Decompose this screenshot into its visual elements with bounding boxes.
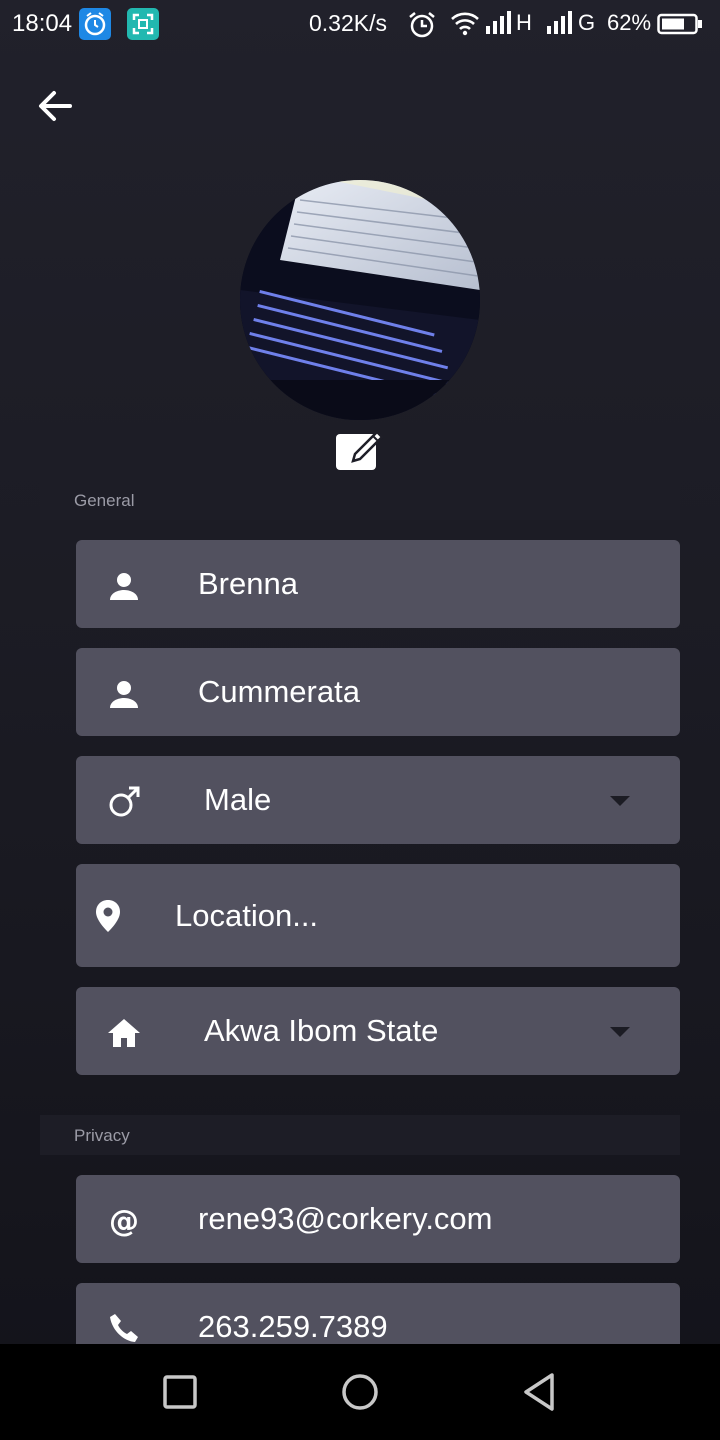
signal-icon (484, 10, 514, 41)
person-icon (110, 681, 138, 708)
back-nav-button[interactable] (516, 1368, 564, 1416)
gender-select[interactable]: Male (76, 756, 680, 844)
first-name-field[interactable]: Brenna (76, 540, 680, 628)
system-nav-bar (0, 1344, 720, 1440)
section-title-general: General (74, 491, 135, 510)
state-select[interactable]: Akwa Ibom State (76, 987, 680, 1075)
alarm-icon (407, 10, 437, 45)
location-pin-icon (96, 900, 120, 932)
network-type-1: H (516, 10, 532, 35)
phone-icon (110, 1314, 138, 1342)
svg-text:@: @ (109, 1204, 139, 1239)
section-header-privacy: Privacy (40, 1115, 680, 1155)
location-placeholder: Location... (175, 898, 319, 933)
male-icon (109, 786, 140, 817)
recents-button[interactable] (156, 1368, 204, 1416)
person-icon (110, 573, 138, 600)
square-icon (163, 1375, 197, 1409)
last-name-field[interactable]: Cummerata (76, 648, 680, 736)
at-sign-icon: @ (109, 1204, 139, 1239)
state-value: Akwa Ibom State (204, 1013, 439, 1048)
chevron-down-icon (610, 1027, 630, 1037)
triangle-back-icon (524, 1373, 554, 1411)
arrow-left-icon (39, 91, 72, 121)
clock-app-icon (79, 8, 111, 40)
edit-icon (336, 430, 384, 470)
status-bar: 18:04 0.32K/s H G 62% (0, 0, 720, 48)
profile-avatar[interactable] (240, 180, 480, 420)
circle-icon (342, 1374, 378, 1410)
battery-percent: 62% (607, 10, 652, 35)
gender-value: Male (204, 782, 272, 817)
email-field[interactable]: @ rene93@corkery.com (76, 1175, 680, 1263)
home-icon (108, 1019, 140, 1047)
last-name-value: Cummerata (198, 674, 360, 709)
location-input[interactable]: Location... (76, 864, 680, 967)
section-header-general: General (40, 480, 680, 520)
wifi-icon (450, 10, 480, 41)
network-speed: 0.32K/s (309, 10, 387, 36)
network-type-2: G (578, 10, 596, 35)
back-button[interactable] (30, 82, 78, 130)
phone-field[interactable]: 263.259.7389 (76, 1283, 680, 1344)
signal-icon (545, 10, 575, 41)
chevron-down-icon (610, 796, 630, 806)
first-name-value: Brenna (198, 566, 298, 601)
edit-avatar-button[interactable] (333, 424, 387, 474)
section-title-privacy: Privacy (74, 1126, 130, 1145)
phone-value: 263.259.7389 (198, 1309, 388, 1344)
battery-icon (657, 13, 703, 40)
home-button[interactable] (336, 1368, 384, 1416)
email-value: rene93@corkery.com (198, 1201, 493, 1236)
status-time: 18:04 (12, 10, 73, 37)
screenshot-app-icon (127, 8, 159, 40)
